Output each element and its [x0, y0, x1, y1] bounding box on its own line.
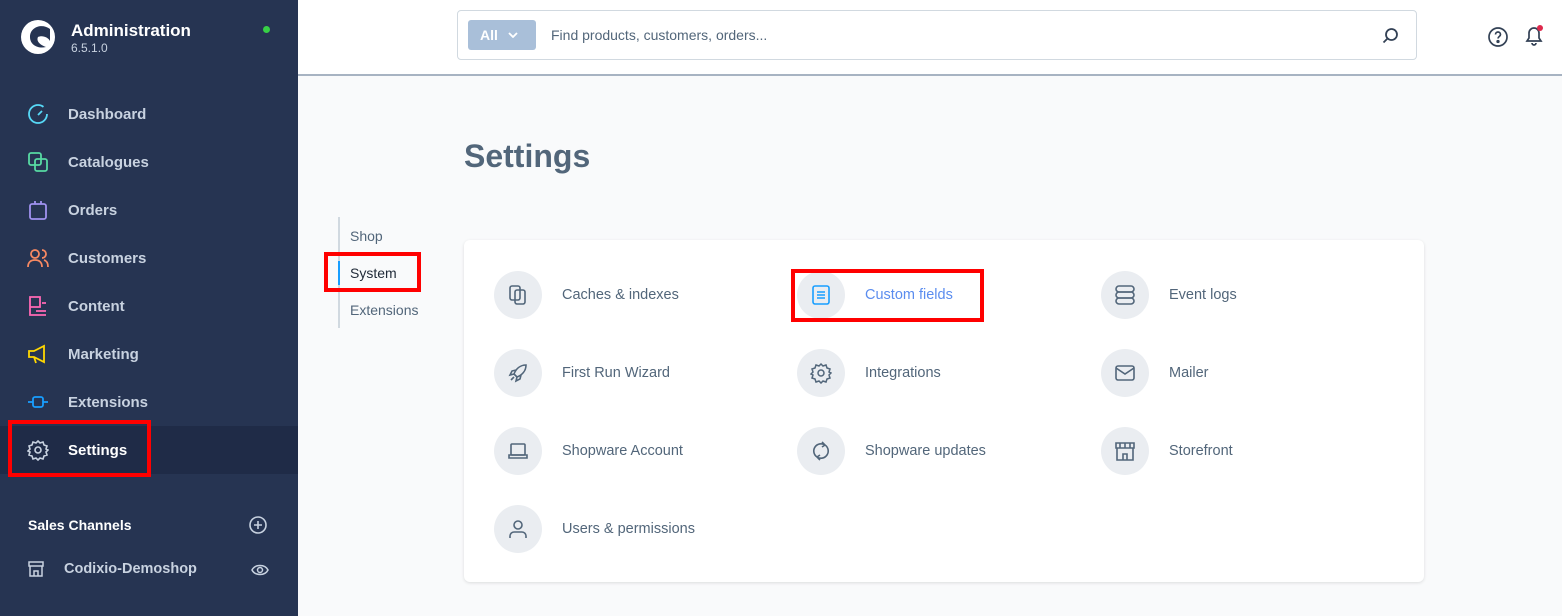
- highlight-box-custom-fields: [791, 269, 984, 322]
- event-logs-icon: [1115, 285, 1135, 305]
- help-icon[interactable]: [1487, 26, 1509, 48]
- settings-item-label: Users & permissions: [562, 521, 695, 537]
- highlight-box-settings: [8, 420, 151, 477]
- dashboard-icon: [28, 104, 48, 124]
- settings-item-label: Storefront: [1169, 443, 1233, 459]
- sidebar-item-label: Content: [68, 297, 125, 315]
- search-type-select[interactable]: All: [468, 20, 536, 50]
- status-indicator: [263, 26, 270, 33]
- settings-item-first-run-wizard[interactable]: First Run Wizard: [494, 349, 670, 397]
- sales-channel-label: Codixio-Demoshop: [64, 561, 197, 577]
- sidebar-item-customers[interactable]: Customers: [0, 234, 298, 282]
- tab-extensions[interactable]: Extensions: [350, 302, 418, 318]
- sidebar-item-label: Extensions: [68, 393, 149, 411]
- gear-icon: [810, 362, 832, 384]
- sales-channel-item[interactable]: Codixio-Demoshop: [0, 556, 298, 584]
- rocket-icon: [508, 364, 527, 383]
- app-version: 6.5.1.0: [71, 41, 108, 55]
- sales-channels-title: Sales Channels: [28, 517, 132, 533]
- notification-bell-icon[interactable]: [1523, 24, 1545, 46]
- add-sales-channel-icon[interactable]: [249, 516, 267, 534]
- laptop-icon: [508, 443, 528, 459]
- user-icon: [509, 520, 527, 538]
- tab-shop[interactable]: Shop: [350, 228, 383, 244]
- global-search: All: [457, 10, 1417, 60]
- settings-item-label: Caches & indexes: [562, 287, 679, 303]
- search-icon[interactable]: [1382, 27, 1399, 44]
- settings-item-shopware-account[interactable]: Shopware Account: [494, 427, 683, 475]
- sidebar-item-content[interactable]: Content: [0, 282, 298, 330]
- chevron-down-icon: [508, 32, 518, 38]
- sidebar-item-label: Orders: [68, 201, 118, 219]
- settings-item-label: Event logs: [1169, 287, 1237, 303]
- settings-item-label: Integrations: [865, 365, 941, 381]
- settings-item-label: Shopware Account: [562, 443, 683, 459]
- sidebar-item-catalogues[interactable]: Catalogues: [0, 138, 298, 186]
- orders-icon: [29, 201, 47, 220]
- settings-item-shopware-updates[interactable]: Shopware updates: [797, 427, 986, 475]
- sidebar-item-label: Catalogues: [68, 153, 149, 171]
- sidebar-item-marketing[interactable]: Marketing: [0, 330, 298, 378]
- storefront-icon: [28, 561, 44, 577]
- caches-icon: [509, 285, 526, 305]
- settings-item-caches[interactable]: Caches & indexes: [494, 271, 679, 319]
- content-icon: [29, 296, 46, 316]
- mail-icon: [1115, 365, 1135, 381]
- sidebar-item-label: Dashboard: [68, 105, 147, 123]
- marketing-icon: [28, 344, 45, 364]
- settings-item-label: Shopware updates: [865, 443, 986, 459]
- eye-icon[interactable]: [251, 563, 269, 577]
- search-input[interactable]: [551, 11, 1351, 59]
- settings-item-label: First Run Wizard: [562, 365, 670, 381]
- sidebar-item-dashboard[interactable]: Dashboard: [0, 90, 298, 138]
- settings-item-mailer[interactable]: Mailer: [1101, 349, 1208, 397]
- sidebar-item-label: Marketing: [68, 345, 139, 363]
- search-type-label: All: [480, 27, 498, 43]
- sidebar-item-orders[interactable]: Orders: [0, 186, 298, 234]
- settings-item-event-logs[interactable]: Event logs: [1101, 271, 1237, 319]
- settings-item-users-permissions[interactable]: Users & permissions: [494, 505, 695, 553]
- sidebar: Administration 6.5.1.0 Dashboard Catalog…: [0, 0, 298, 616]
- refresh-icon: [813, 441, 829, 461]
- top-header: All: [298, 0, 1562, 76]
- sidebar-item-extensions[interactable]: Extensions: [0, 378, 298, 426]
- settings-item-storefront[interactable]: Storefront: [1101, 427, 1233, 475]
- settings-item-integrations[interactable]: Integrations: [797, 349, 941, 397]
- customers-icon: [27, 249, 49, 268]
- highlight-box-system: [324, 252, 421, 292]
- catalogues-icon: [28, 152, 48, 172]
- settings-item-label: Mailer: [1169, 365, 1209, 381]
- app-title: Administration: [71, 21, 191, 40]
- shopware-logo-icon: [21, 20, 55, 54]
- extensions-icon: [28, 396, 48, 408]
- sidebar-item-label: Customers: [68, 249, 147, 267]
- page-title: Settings: [464, 138, 591, 174]
- storefront-icon: [1115, 442, 1135, 461]
